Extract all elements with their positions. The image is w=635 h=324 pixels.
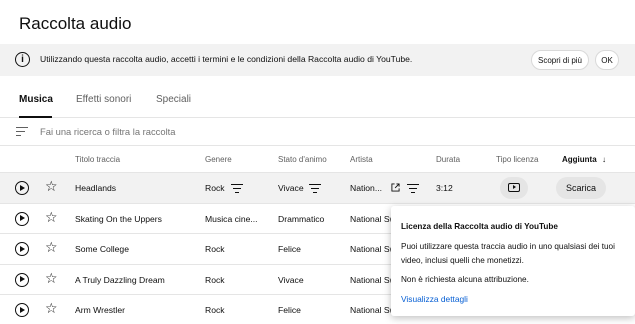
search-input[interactable]: Fai una ricerca o filtra la raccolta	[40, 126, 175, 137]
track-duration: 3:12	[436, 183, 453, 193]
popup-note: Non è richiesta alcuna attribuzione.	[401, 275, 529, 284]
table-row[interactable]: ☆ Headlands Rock Vivace Nation... 3:12 S…	[0, 173, 635, 204]
star-icon[interactable]: ☆	[45, 301, 58, 315]
header-artist: Artista	[350, 155, 373, 164]
learn-more-button[interactable]: Scopri di più	[531, 50, 589, 70]
table-header: Titolo traccia Genere Stato d'animo Arti…	[0, 146, 635, 173]
track-genre: Rock	[205, 183, 225, 193]
track-genre: Rock	[205, 274, 225, 285]
tab-specials[interactable]: Speciali	[156, 94, 191, 105]
track-artist: National Sw	[350, 244, 396, 254]
star-icon[interactable]: ☆	[45, 179, 58, 193]
tab-sound-effects[interactable]: Effetti sonori	[76, 94, 131, 105]
track-mood: Vivace	[278, 183, 304, 193]
header-mood: Stato d'animo	[278, 155, 327, 164]
banner-message: Utilizzando questa raccolta audio, accet…	[40, 54, 413, 64]
filter-by-genre-icon[interactable]	[231, 184, 243, 194]
filter-by-artist-icon[interactable]	[407, 184, 419, 194]
header-license: Tipo licenza	[496, 155, 539, 164]
track-genre: Rock	[205, 244, 225, 254]
header-genre: Genere	[205, 155, 232, 164]
header-duration: Durata	[436, 155, 461, 164]
track-artist: National Sw	[350, 305, 396, 315]
star-icon[interactable]: ☆	[45, 210, 58, 224]
play-icon[interactable]	[15, 211, 29, 226]
ok-button[interactable]: OK	[595, 50, 619, 70]
track-title[interactable]: Headlands	[75, 183, 116, 193]
track-genre: Musica cine...	[205, 213, 258, 224]
page-title: Raccolta audio	[19, 14, 132, 33]
track-title[interactable]: Skating On the Uppers	[75, 214, 162, 224]
track-title[interactable]: Arm Wrestler	[75, 305, 125, 315]
track-mood: Felice	[278, 244, 301, 254]
license-type-button[interactable]	[500, 177, 528, 199]
external-link-icon[interactable]	[391, 183, 400, 192]
popup-title: Licenza della Raccolta audio di YouTube	[401, 222, 558, 231]
sort-down-arrow-icon[interactable]: ↓	[602, 155, 606, 164]
star-icon[interactable]: ☆	[45, 240, 58, 254]
header-title: Titolo traccia	[75, 155, 121, 164]
track-title[interactable]: A Truly Dazzling Dream	[75, 275, 165, 285]
play-icon[interactable]	[15, 272, 29, 287]
play-icon[interactable]	[15, 181, 29, 195]
popup-body: Puoi utilizzare questa traccia audio in …	[401, 242, 615, 265]
track-genre: Rock	[205, 305, 225, 315]
track-mood: Vivace	[278, 274, 304, 285]
track-artist: Nation...	[350, 183, 383, 193]
play-icon[interactable]	[15, 242, 29, 256]
filter-icon[interactable]	[16, 126, 28, 137]
header-added-sort[interactable]: Aggiunta	[562, 155, 597, 164]
license-popup: Licenza della Raccolta audio di YouTube …	[391, 206, 635, 316]
info-icon: i	[15, 52, 30, 67]
download-button[interactable]: Scarica	[556, 177, 606, 199]
search-filter-bar[interactable]: Fai una ricerca o filtra la raccolta	[0, 118, 635, 146]
filter-by-mood-icon[interactable]	[309, 184, 321, 194]
track-title[interactable]: Some College	[75, 244, 129, 254]
tab-music[interactable]: Musica	[19, 94, 53, 105]
tab-bar: Musica Effetti sonori Speciali	[0, 76, 635, 118]
track-mood: Drammatico	[278, 213, 325, 224]
star-icon[interactable]: ☆	[45, 271, 58, 285]
youtube-license-icon	[508, 183, 520, 192]
track-artist: National Sw	[350, 274, 396, 285]
track-mood: Felice	[278, 305, 301, 315]
play-icon[interactable]	[15, 303, 29, 317]
terms-banner: i Utilizzando questa raccolta audio, acc…	[0, 44, 635, 76]
view-details-link[interactable]: Visualizza dettagli	[401, 294, 468, 304]
track-artist: National Sw	[350, 213, 396, 224]
